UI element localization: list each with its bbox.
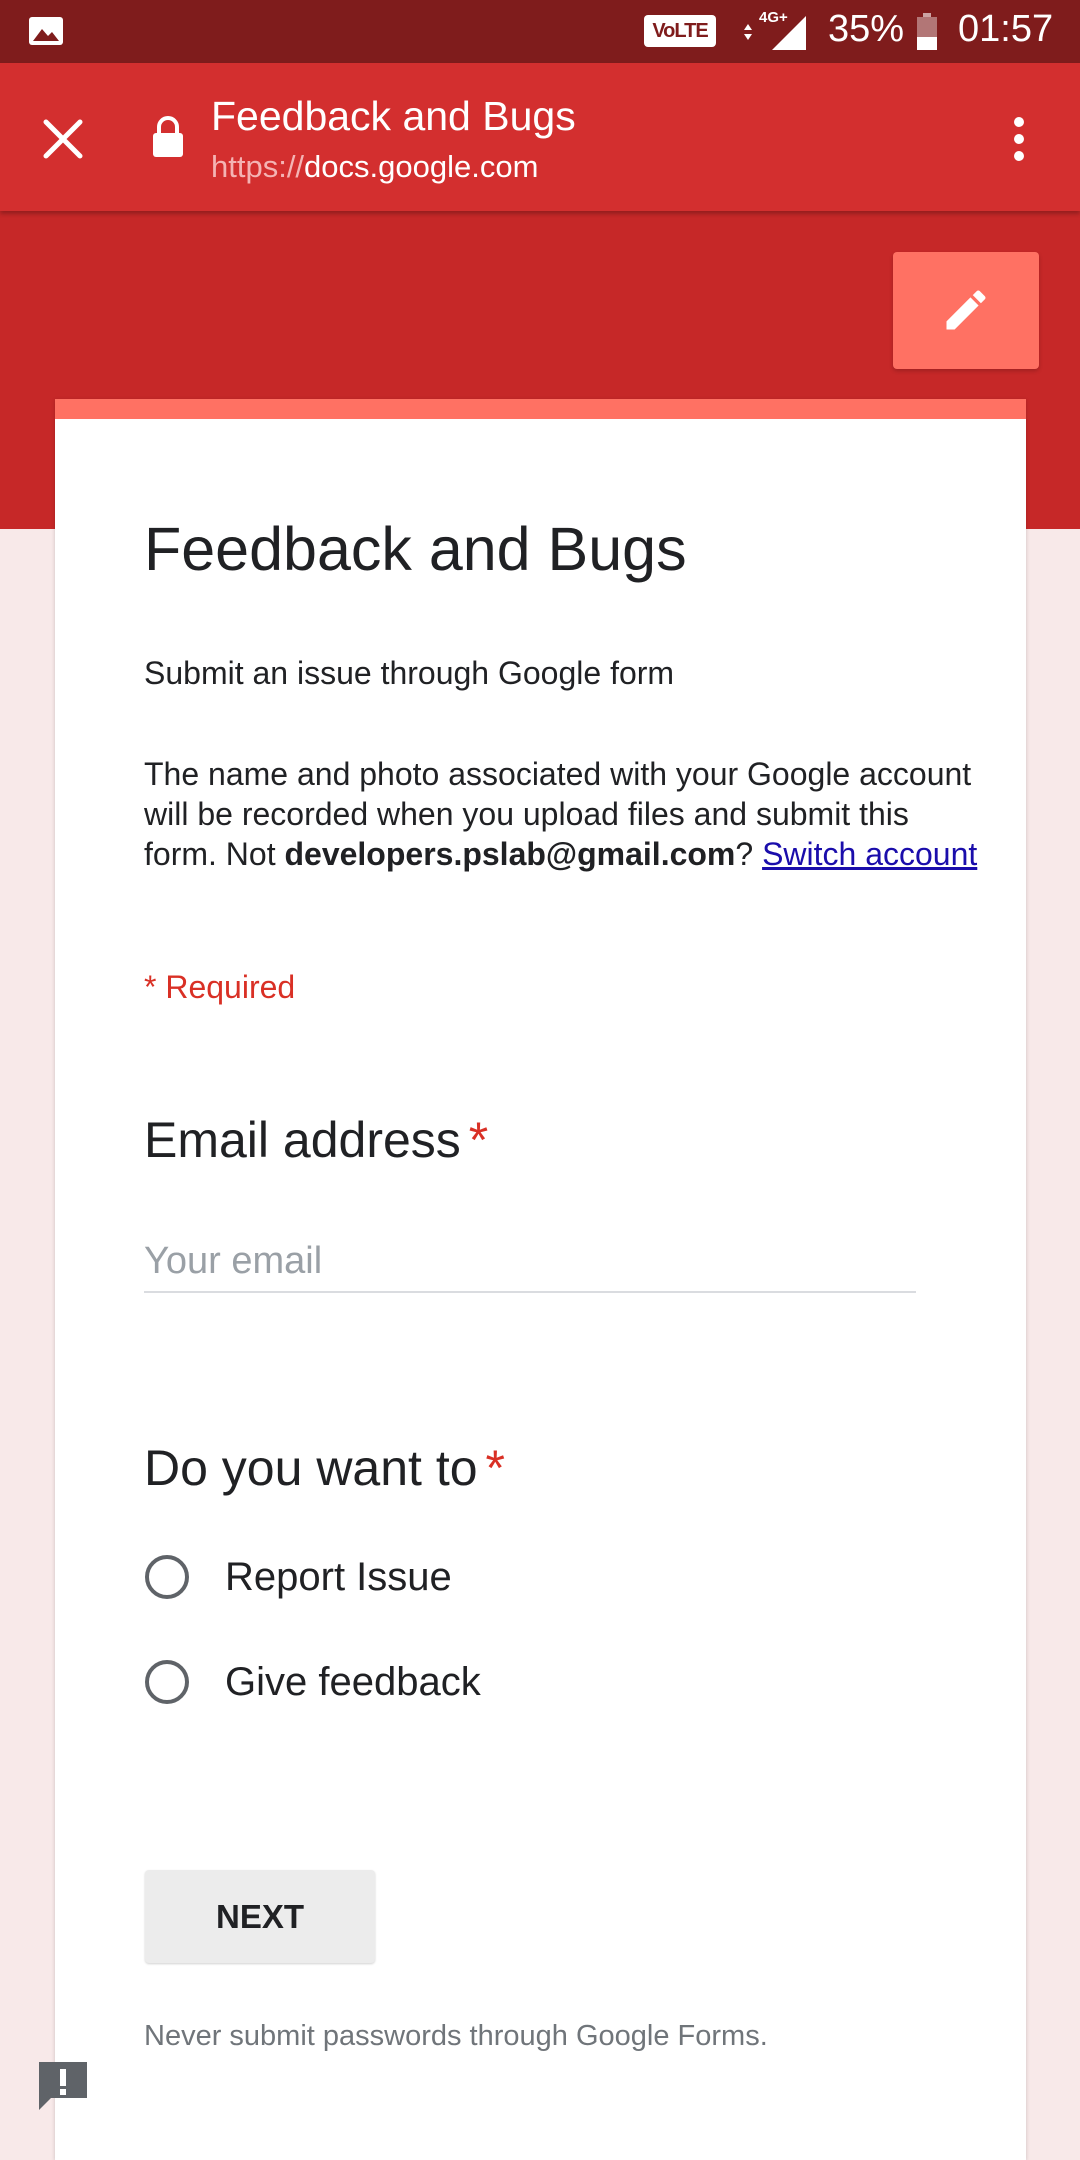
choice-question-label: Do you want to * [144, 1439, 505, 1497]
email-question-label: Email address * [144, 1111, 488, 1169]
next-button[interactable]: NEXT [145, 1870, 375, 1963]
clock: 01:57 [958, 8, 1054, 50]
url-domain: docs.google.com [304, 149, 539, 184]
account-email: developers.pslab@gmail.com [284, 836, 736, 872]
gallery-icon [29, 17, 63, 45]
notice-question-mark: ? [735, 836, 754, 872]
status-bar: VoLTE 4G+ 35% 01:57 [0, 0, 1080, 63]
required-note: * Required [144, 969, 296, 1005]
edit-icon [946, 290, 986, 330]
close-icon[interactable] [38, 114, 88, 164]
edit-button[interactable] [893, 252, 1039, 369]
url-protocol: https:// [211, 149, 305, 184]
page-url[interactable]: https://docs.google.com [211, 149, 538, 185]
browser-toolbar: Feedback and Bugs https://docs.google.co… [0, 63, 1080, 211]
radio-option-label: Report Issue [225, 1555, 452, 1599]
account-notice: The name and photo associated with your … [144, 754, 984, 874]
page-title: Feedback and Bugs [211, 93, 576, 139]
form-description: Submit an issue through Google form [144, 655, 675, 691]
choice-label-text: Do you want to [144, 1440, 478, 1496]
email-field[interactable] [144, 1231, 916, 1293]
network-type-label: 4G+ [759, 9, 788, 26]
switch-account-link[interactable]: Switch account [762, 836, 977, 872]
card-accent-bar [55, 399, 1026, 419]
password-disclaimer: Never submit passwords through Google Fo… [144, 2020, 768, 2052]
email-label-text: Email address [144, 1112, 461, 1168]
battery-percent: 35% [828, 8, 905, 50]
form-card: Feedback and Bugs Submit an issue throug… [55, 399, 1026, 2160]
radio-button[interactable] [145, 1555, 189, 1599]
lock-icon [153, 116, 183, 157]
radio-option-label: Give feedback [225, 1660, 481, 1704]
radio-button[interactable] [145, 1660, 189, 1704]
battery-icon [917, 13, 937, 50]
report-problem-icon[interactable] [35, 2058, 91, 2114]
required-star: * [468, 1112, 489, 1168]
more-vert-icon[interactable] [1003, 113, 1035, 165]
volte-icon: VoLTE [644, 15, 716, 47]
required-star: * [485, 1440, 505, 1496]
form-title: Feedback and Bugs [144, 515, 687, 583]
